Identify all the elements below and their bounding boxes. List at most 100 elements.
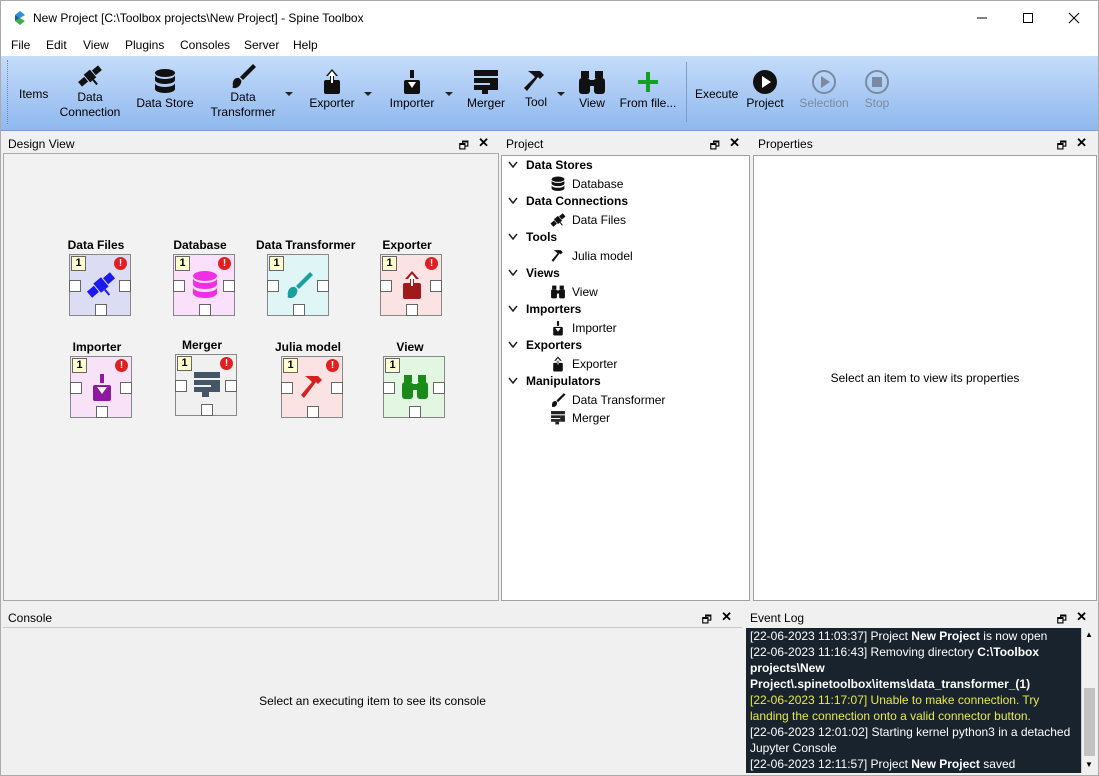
project-tree[interactable]: Data Stores Database Data Connections Data … — [501, 155, 750, 601]
connector-bottom[interactable] — [406, 304, 418, 316]
design-item-box[interactable]: 1! — [173, 254, 235, 316]
design-item-box[interactable]: 1 — [267, 254, 329, 316]
connector-left[interactable] — [281, 382, 293, 394]
connector-left[interactable] — [380, 280, 392, 292]
connector-left[interactable] — [175, 380, 187, 392]
menu-plugins[interactable]: Plugins — [125, 38, 164, 52]
tree-category-tools[interactable]: Tools — [508, 230, 557, 244]
design-item-julia-model[interactable]: Julia model 1! — [270, 340, 346, 418]
connector-right[interactable] — [317, 280, 329, 292]
design-item-data-transformer[interactable]: Data Transformer 1 — [256, 238, 355, 316]
data-connection-button[interactable]: Data Connection — [56, 62, 124, 120]
chevron-down-icon[interactable] — [508, 374, 526, 388]
tree-category-manipulators[interactable]: Manipulators — [508, 374, 601, 388]
toolbar-grip[interactable] — [7, 60, 10, 124]
design-item-importer[interactable]: Importer 1! — [59, 340, 135, 418]
event-log-header: Event Log 🗗 ✕ — [745, 607, 1097, 627]
design-item-box[interactable]: 1! — [281, 356, 343, 418]
chevron-down-icon[interactable] — [508, 194, 526, 208]
chevron-down-icon[interactable] — [508, 230, 526, 244]
menu-view[interactable]: View — [83, 38, 109, 52]
project-header: Project 🗗 ✕ — [501, 133, 750, 153]
close-icon[interactable]: ✕ — [478, 135, 489, 151]
from-file-button[interactable]: From file... — [617, 68, 679, 111]
connector-bottom[interactable] — [293, 304, 305, 316]
connector-right[interactable] — [223, 280, 235, 292]
minimize-button[interactable] — [959, 1, 1005, 35]
tool-dropdown-icon[interactable] — [557, 92, 565, 96]
menu-help[interactable]: Help — [293, 38, 318, 52]
importer-button[interactable]: Importer — [383, 68, 441, 111]
console-title: Console — [8, 611, 53, 625]
chevron-down-icon[interactable] — [508, 266, 526, 280]
execute-project-button[interactable]: Project — [744, 68, 786, 111]
chevron-down-icon[interactable] — [508, 302, 526, 316]
connector-bottom[interactable] — [199, 304, 211, 316]
connector-right[interactable] — [430, 280, 442, 292]
connector-right[interactable] — [120, 382, 132, 394]
exporter-button[interactable]: Exporter — [303, 68, 361, 111]
connector-bottom[interactable] — [95, 304, 107, 316]
connector-bottom[interactable] — [307, 406, 319, 418]
data-store-button[interactable]: Data Store — [134, 68, 196, 111]
tree-category-data-connections[interactable]: Data Connections — [508, 194, 628, 208]
execution-badge: 1 — [175, 256, 190, 271]
connector-left[interactable] — [69, 280, 81, 292]
scroll-down-icon[interactable]: ▼ — [1085, 760, 1093, 769]
chevron-down-icon[interactable] — [508, 338, 526, 352]
design-item-box[interactable]: 1! — [175, 354, 237, 416]
menu-server[interactable]: Server — [244, 38, 279, 52]
connector-right[interactable] — [331, 382, 343, 394]
float-icon[interactable]: 🗗 — [710, 137, 720, 156]
connector-left[interactable] — [267, 280, 279, 292]
design-item-merger[interactable]: Merger 1! — [164, 338, 240, 416]
close-icon[interactable]: ✕ — [729, 135, 740, 151]
data-transformer-button[interactable]: Data Transformer — [207, 62, 279, 120]
connector-left[interactable] — [173, 280, 185, 292]
float-icon[interactable]: 🗗 — [1057, 137, 1067, 156]
design-view-header: Design View 🗗 ✕ — [3, 133, 499, 153]
design-item-box[interactable]: 1! — [69, 254, 131, 316]
tool-button[interactable]: Tool — [517, 67, 555, 110]
menu-edit[interactable]: Edit — [46, 38, 67, 52]
close-icon[interactable]: ✕ — [721, 609, 732, 625]
close-icon[interactable]: ✕ — [1076, 135, 1087, 151]
design-item-exporter[interactable]: Exporter 1! — [369, 238, 445, 316]
scroll-thumb[interactable] — [1084, 688, 1095, 756]
data-transformer-dropdown-icon[interactable] — [285, 92, 293, 96]
tree-category-data-stores[interactable]: Data Stores — [508, 158, 593, 172]
connector-right[interactable] — [225, 380, 237, 392]
event-log[interactable]: [22-06-2023 11:03:37] Project New Projec… — [746, 628, 1081, 773]
maximize-button[interactable] — [1005, 1, 1051, 35]
design-item-box[interactable]: 1! — [70, 356, 132, 418]
tree-category-views[interactable]: Views — [508, 266, 560, 280]
scroll-up-icon[interactable]: ▲ — [1085, 630, 1093, 639]
execute-selection-button[interactable]: Selection — [796, 68, 852, 111]
tree-category-exporters[interactable]: Exporters — [508, 338, 582, 352]
event-log-scrollbar[interactable]: ▲ ▼ — [1081, 628, 1096, 773]
design-item-box[interactable]: 1 — [383, 356, 445, 418]
design-item-box[interactable]: 1! — [380, 254, 442, 316]
merger-button[interactable]: Merger — [463, 68, 509, 111]
connector-left[interactable] — [70, 382, 82, 394]
menu-consoles[interactable]: Consoles — [180, 38, 230, 52]
connector-right[interactable] — [119, 280, 131, 292]
stop-button[interactable]: Stop — [859, 68, 895, 111]
close-window-button[interactable] — [1051, 1, 1097, 35]
connector-bottom[interactable] — [201, 404, 213, 416]
connector-bottom[interactable] — [96, 406, 108, 418]
design-item-data-files[interactable]: Data Files 1! — [58, 238, 134, 316]
connector-bottom[interactable] — [409, 406, 421, 418]
menu-file[interactable]: File — [11, 38, 30, 52]
tree-category-importers[interactable]: Importers — [508, 302, 581, 316]
chevron-down-icon[interactable] — [508, 158, 526, 172]
design-item-view[interactable]: View 1 — [372, 340, 448, 418]
connector-left[interactable] — [383, 382, 395, 394]
design-view-canvas[interactable]: Data Files 1! Database 1! Data Transformer 1 E… — [3, 153, 499, 601]
exporter-dropdown-icon[interactable] — [364, 92, 372, 96]
connector-right[interactable] — [433, 382, 445, 394]
design-item-database[interactable]: Database 1! — [162, 238, 238, 316]
close-icon[interactable]: ✕ — [1076, 609, 1087, 625]
importer-dropdown-icon[interactable] — [445, 92, 453, 96]
view-button[interactable]: View — [574, 68, 610, 111]
